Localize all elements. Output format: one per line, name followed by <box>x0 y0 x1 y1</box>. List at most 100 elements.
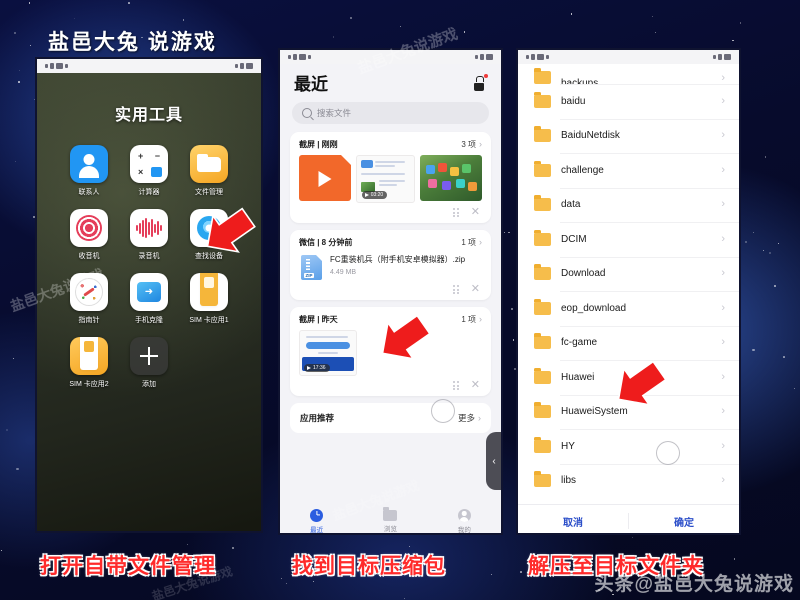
dialog-button-bar: 取消 确定 <box>518 504 739 533</box>
group-count[interactable]: 1 项 › <box>461 237 482 248</box>
folder-icon <box>534 126 551 143</box>
cleanup-icon[interactable] <box>471 73 488 91</box>
folder-row[interactable]: BaiduNetdisk › <box>518 118 739 154</box>
compass-icon <box>70 273 108 311</box>
app-contacts[interactable]: 联系人 <box>59 145 119 197</box>
folder-name: challenge <box>561 164 604 176</box>
recent-group-card[interactable]: 截屏 | 刚刚 3 项 › 03:20 ✕ <box>290 132 491 223</box>
side-drawer-handle[interactable]: ‹ <box>486 432 501 490</box>
annotation-arrow-fc-game <box>606 351 676 411</box>
phone-panel-folder-picker: backups › baidu › BaiduNetdisk › challenge › dat… <box>516 48 741 535</box>
app-label: 录音机 <box>138 253 160 260</box>
group-count[interactable]: 1 项 › <box>461 314 482 325</box>
file-manager-icon <box>190 145 228 183</box>
app-sim-2[interactable]: SIM 卡应用2 <box>59 337 119 389</box>
folder-icon <box>534 91 551 108</box>
screenshot-thumbnail[interactable]: 03:20 <box>355 155 416 203</box>
phone-panel-home: 实用工具 联系人 + − × 计算器 文件管理 收音机 录音机 查找设备 指南针… <box>35 57 263 533</box>
close-icon[interactable]: ✕ <box>471 380 480 391</box>
calculator-icon: + − × <box>130 145 168 183</box>
folder-title: 实用工具 <box>114 107 183 124</box>
recent-group-card-zip[interactable]: 微信 | 8 分钟前 1 项 › ZIP FC重装机兵（附手机安卓模拟器）.zi… <box>290 230 491 300</box>
tab-recent[interactable]: 最近 <box>310 508 324 533</box>
folder-row[interactable]: backups › <box>518 64 739 84</box>
folder-row[interactable]: challenge › <box>518 153 739 188</box>
drag-handle-icon[interactable] <box>453 208 459 217</box>
folder-name: data <box>561 199 581 211</box>
drag-handle-icon[interactable] <box>453 381 459 390</box>
drag-handle-icon[interactable] <box>453 285 459 294</box>
tab-browse[interactable]: 浏览 <box>383 507 398 533</box>
cancel-button[interactable]: 取消 <box>518 514 628 529</box>
app-phone-clone[interactable]: 手机克隆 <box>119 273 179 325</box>
status-right <box>475 54 493 60</box>
folder-name: BaiduNetdisk <box>561 130 620 142</box>
folder-name: HY <box>561 440 575 452</box>
page-title: 最近 <box>294 75 328 94</box>
sim-card-icon <box>70 337 108 375</box>
caption-step-2: 找到目标压缩包 <box>292 555 446 578</box>
folder-name: Download <box>561 268 606 280</box>
folder-icon <box>534 402 551 419</box>
app-radio[interactable]: 收音机 <box>59 209 119 261</box>
app-label: 联系人 <box>78 189 100 196</box>
chevron-right-icon: › <box>721 232 725 245</box>
app-calculator[interactable]: + − × 计算器 <box>119 145 179 197</box>
confirm-button[interactable]: 确定 <box>629 514 739 529</box>
status-bar <box>280 50 501 64</box>
contacts-icon <box>70 145 108 183</box>
folder-row[interactable]: baidu › <box>518 84 739 119</box>
count-text: 3 项 <box>461 140 476 149</box>
folder-row[interactable]: eop_download › <box>518 291 739 326</box>
folder-icon <box>534 367 551 384</box>
sim-card-icon <box>190 273 228 311</box>
screenshot-thumbnail[interactable]: 17:36 <box>299 330 357 376</box>
zip-file-info: FC重装机兵（附手机安卓模拟器）.zip 4.49 MB <box>330 255 465 276</box>
search-input[interactable]: 搜索文件 <box>292 102 489 124</box>
recent-screen: 最近 搜索文件 截屏 | 刚刚 3 项 › 03:20 ✕ 微信 | 8 分钟前… <box>280 64 501 533</box>
app-compass[interactable]: 指南针 <box>59 273 119 325</box>
folder-list: backups › baidu › BaiduNetdisk › challenge › dat… <box>518 64 739 498</box>
zip-file-row[interactable]: ZIP FC重装机兵（附手机安卓模拟器）.zip 4.49 MB <box>299 253 482 280</box>
app-label: 指南针 <box>78 317 100 324</box>
footer-watermark: 头条@盐邑大兔说游戏 <box>594 574 794 595</box>
promo-more[interactable]: 更多 › <box>458 412 481 424</box>
radio-icon <box>70 209 108 247</box>
close-icon[interactable]: ✕ <box>471 207 480 218</box>
chevron-right-icon: › <box>479 237 482 247</box>
folder-row[interactable]: data › <box>518 187 739 223</box>
app-add[interactable]: 添加 <box>119 337 179 389</box>
app-sim-1[interactable]: SIM 卡应用1 <box>179 273 239 325</box>
headline-title: 盐邑大兔 说游戏 <box>48 31 217 54</box>
folder-list-screen: backups › baidu › BaiduNetdisk › challenge › dat… <box>518 64 739 533</box>
status-bar <box>37 59 261 73</box>
search-placeholder: 搜索文件 <box>317 108 352 118</box>
touch-indicator <box>656 441 680 465</box>
folder-icon <box>534 68 551 84</box>
card-footer: ✕ <box>299 207 482 218</box>
folder-icon <box>534 471 551 488</box>
photo-thumbnail[interactable] <box>420 155 482 201</box>
caption-step-1: 打开自带文件管理 <box>40 555 216 578</box>
folder-row[interactable]: DCIM › <box>518 222 739 257</box>
tab-mine[interactable]: 我的 <box>457 508 471 533</box>
phone-clone-icon <box>130 273 168 311</box>
folder-row[interactable]: libs › <box>518 463 739 499</box>
folder-name: eop_download <box>561 302 627 314</box>
video-thumbnail[interactable] <box>299 155 351 201</box>
close-icon[interactable]: ✕ <box>471 284 480 295</box>
chevron-right-icon: › <box>721 370 725 383</box>
count-text: 1 项 <box>461 315 476 324</box>
folder-icon <box>534 436 551 453</box>
app-recorder[interactable]: 录音机 <box>119 209 179 261</box>
phone-panel-recent: 最近 搜索文件 截屏 | 刚刚 3 项 › 03:20 ✕ 微信 | 8 分钟前… <box>278 48 503 535</box>
folder-name: libs <box>561 475 577 487</box>
app-label: 手机克隆 <box>135 317 163 324</box>
group-source: 截屏 | 刚刚 <box>299 140 338 149</box>
status-right <box>235 63 253 69</box>
folder-row[interactable]: Download › <box>518 256 739 292</box>
folder-row[interactable]: HY › <box>518 429 739 464</box>
app-file-manager[interactable]: 文件管理 <box>179 145 239 197</box>
app-recommendation-row[interactable]: 应用推荐 更多 › <box>290 403 491 433</box>
group-count[interactable]: 3 项 › <box>461 139 482 150</box>
